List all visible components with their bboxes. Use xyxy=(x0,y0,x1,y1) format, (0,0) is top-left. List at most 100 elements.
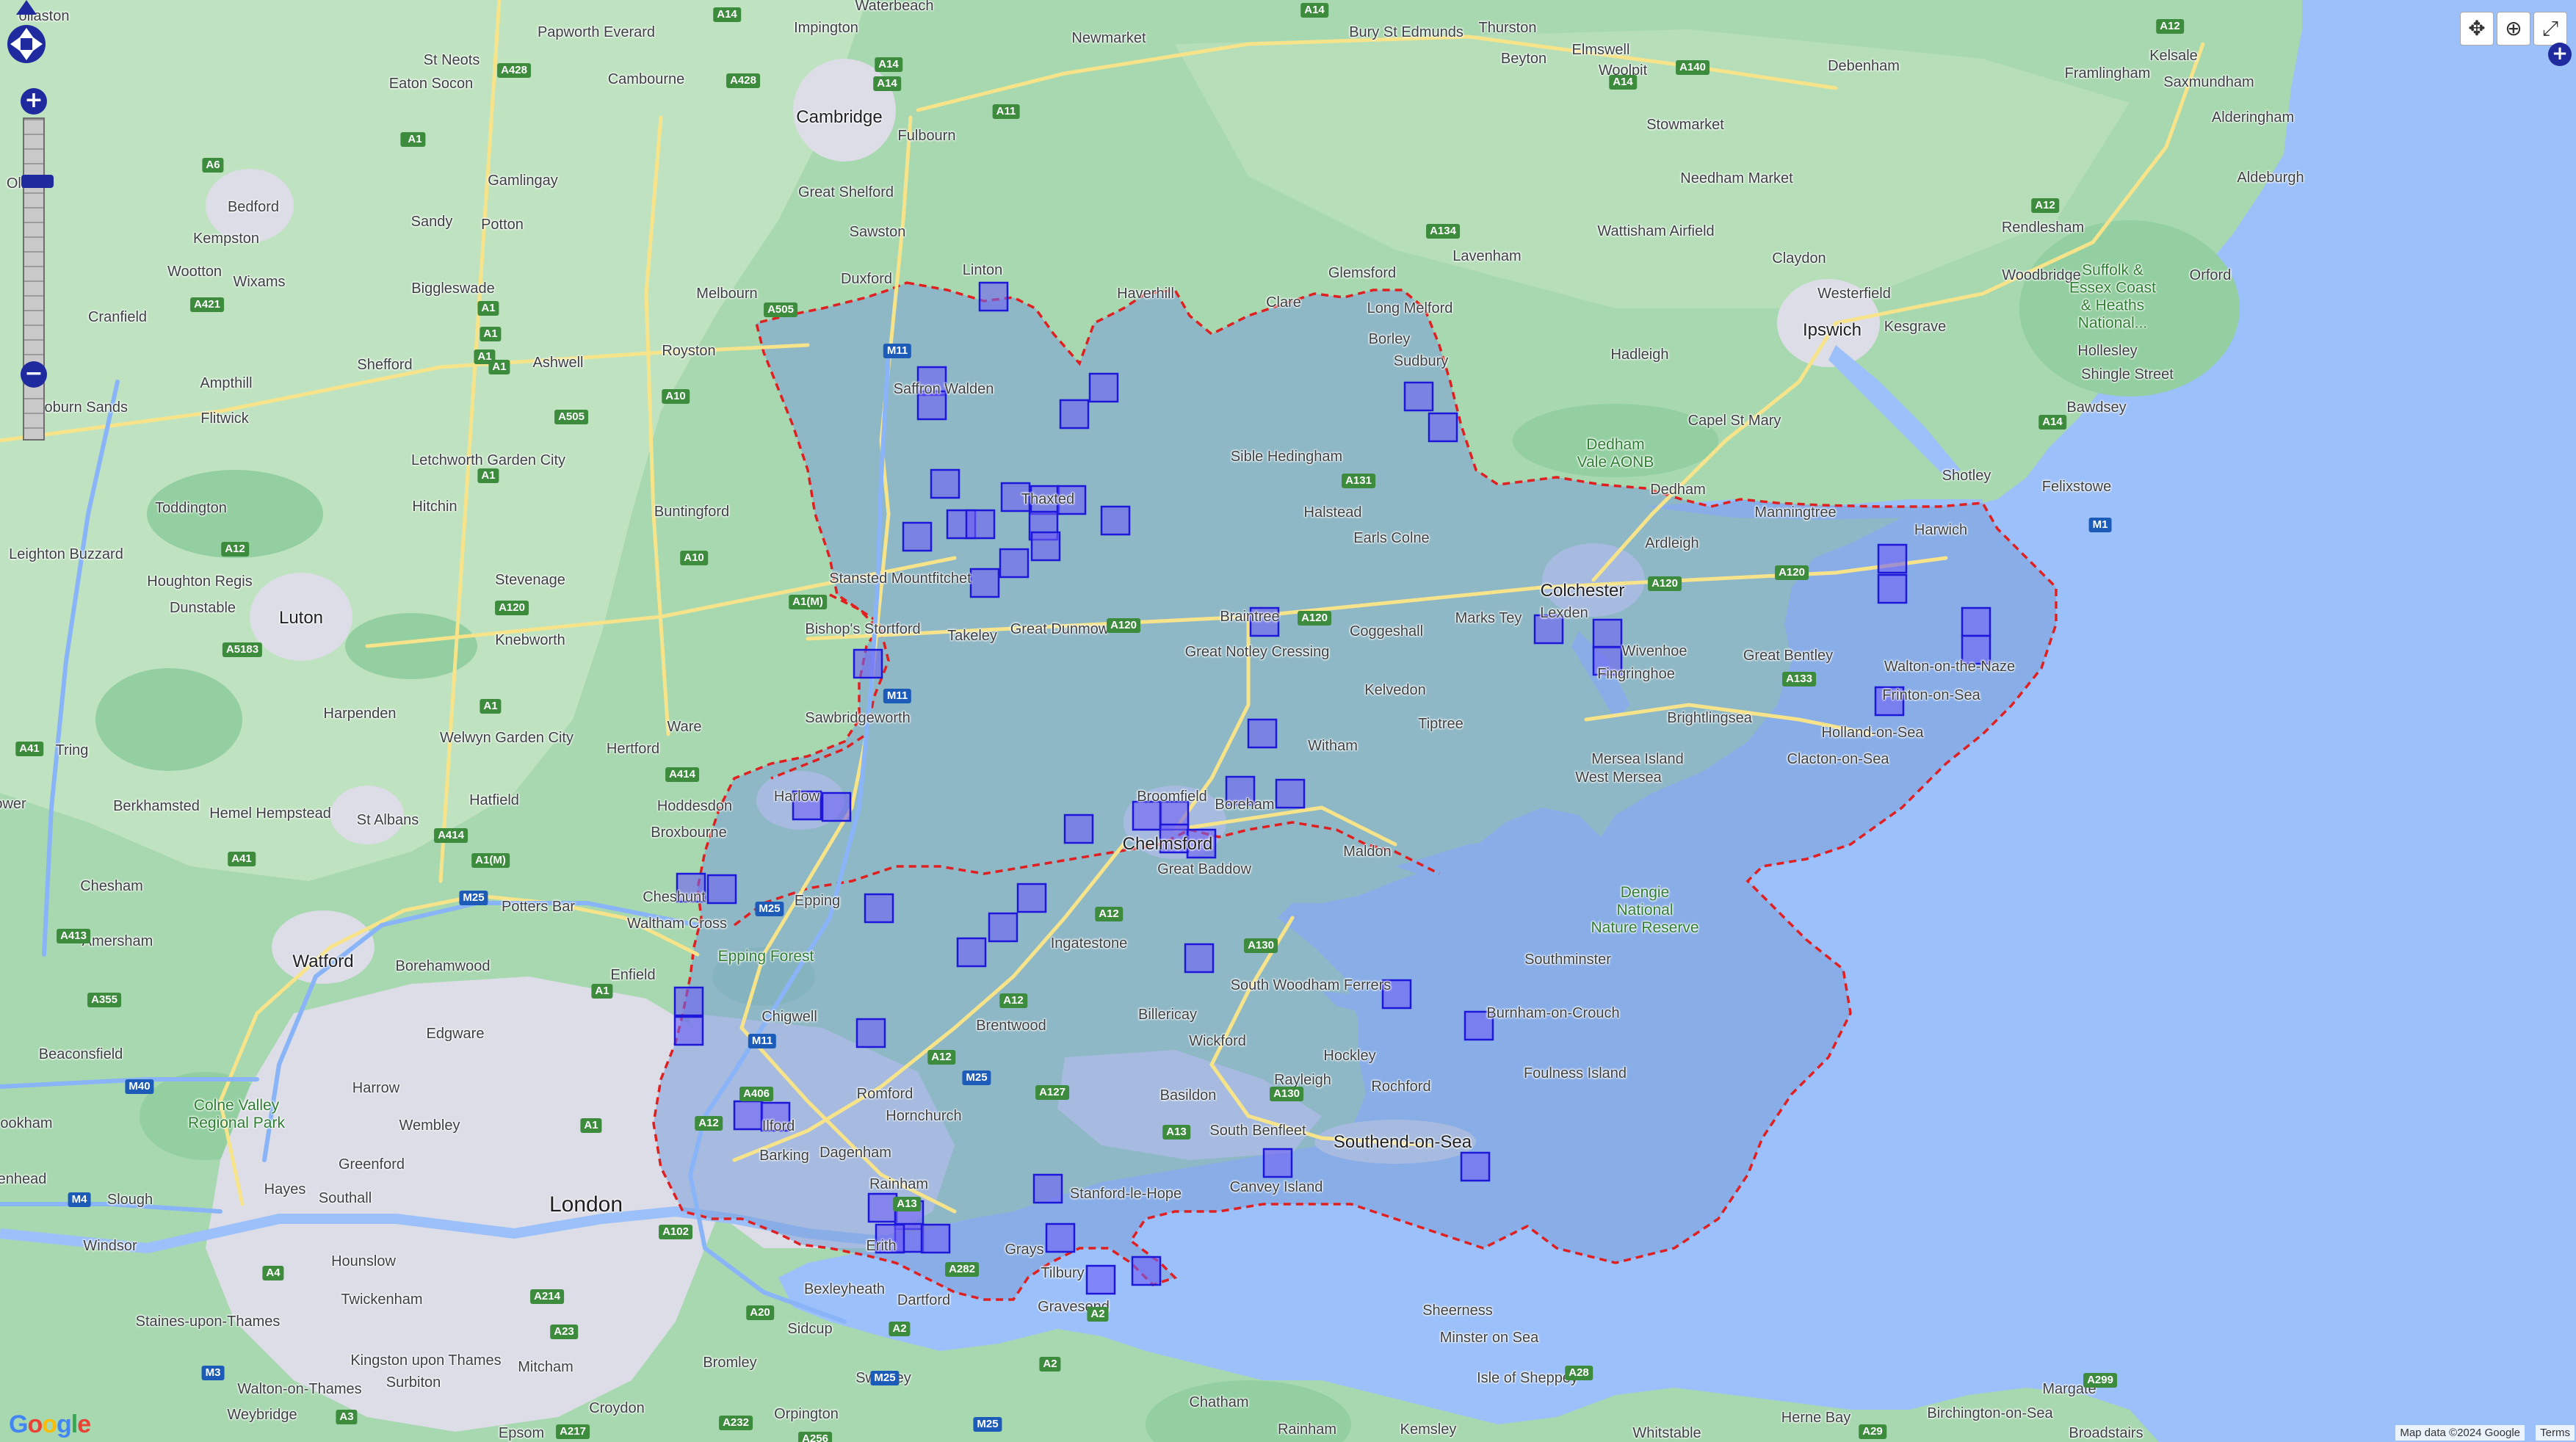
place-label-hemel-hempstead: Hemel Hempstead xyxy=(209,805,331,822)
place-label-epping-forest: Epping Forest xyxy=(717,947,814,965)
terms-link[interactable]: Terms xyxy=(2536,1425,2575,1441)
road-shield-a282: A282 xyxy=(945,1262,979,1277)
place-label-beaconsfield: Beaconsfield xyxy=(38,1046,123,1062)
road-shield-a10: A10 xyxy=(662,389,690,404)
grid-cell-38[interactable] xyxy=(673,1015,704,1046)
place-label-southend-on-sea: Southend-on-Sea xyxy=(1333,1132,1472,1152)
place-label-amersham: Amersham xyxy=(82,933,153,949)
place-label-mitcham: Mitcham xyxy=(518,1359,574,1375)
zoom-out-button[interactable]: − xyxy=(21,361,47,388)
map-viewport[interactable]: ollaston Waterbeach Impington Papworth Ever… xyxy=(0,0,2576,1442)
place-label-saxmundham: Saxmundham xyxy=(2163,74,2254,90)
grid-cell-35[interactable] xyxy=(1085,1264,1116,1295)
grid-cell-33[interactable] xyxy=(1045,1222,1076,1253)
grid-cell-52[interactable] xyxy=(1877,573,1908,604)
road-shield-a1m: A1(M) xyxy=(471,853,510,868)
place-label-ower: ower xyxy=(0,796,26,812)
pan-control[interactable] xyxy=(0,0,53,72)
grid-cell-4[interactable] xyxy=(1088,372,1119,403)
place-label-hornchurch: Hornchurch xyxy=(886,1108,962,1124)
grid-cell-47[interactable] xyxy=(1460,1151,1491,1182)
place-label-stevenage: Stevenage xyxy=(495,572,565,588)
google-logo[interactable]: Google xyxy=(9,1410,91,1439)
grid-cell-17[interactable] xyxy=(1275,778,1306,809)
pan-tool-button[interactable]: ✥ xyxy=(2460,12,2494,46)
place-label-hounslow: Hounslow xyxy=(331,1253,396,1269)
grid-cell-10[interactable] xyxy=(969,568,1000,598)
grid-cell-37[interactable] xyxy=(673,986,704,1017)
zoom-slider-thumb[interactable] xyxy=(21,175,54,188)
place-label-melbourn: Melbourn xyxy=(696,286,758,302)
road-shield-m11: M11 xyxy=(883,344,912,358)
full-extent-button[interactable]: ⤢ xyxy=(2533,12,2567,46)
grid-cell-13[interactable] xyxy=(1428,412,1458,443)
grid-cell-28[interactable] xyxy=(1016,883,1047,913)
road-shield-a130: A130 xyxy=(1244,938,1278,953)
grid-cell-32[interactable] xyxy=(1032,1173,1063,1204)
grid-cell-12[interactable] xyxy=(1403,381,1434,412)
road-shield-a2: A2 xyxy=(1087,1307,1109,1322)
place-label-borehamwood: Borehamwood xyxy=(395,958,491,974)
place-label-surbiton: Surbiton xyxy=(386,1374,441,1391)
grid-cell-18[interactable] xyxy=(1132,800,1162,831)
grid-cell-27[interactable] xyxy=(988,912,1019,943)
grid-cell-56[interactable] xyxy=(864,893,894,924)
road-shield-a120: A120 xyxy=(1775,565,1809,580)
road-shield-a214: A214 xyxy=(530,1289,564,1304)
grid-cell-1[interactable] xyxy=(978,281,1009,312)
place-label-chesham: Chesham xyxy=(80,878,143,894)
grid-cell-11[interactable] xyxy=(853,648,883,679)
grid-cell-15[interactable] xyxy=(1247,718,1278,749)
road-shield-a12: A12 xyxy=(221,542,249,557)
place-label-hertford: Hertford xyxy=(606,741,660,757)
grid-cell-39[interactable] xyxy=(733,1100,764,1131)
expand-layer-button[interactable]: + xyxy=(2548,43,2572,66)
zoom-slider[interactable] xyxy=(21,117,54,441)
road-shield-a120: A120 xyxy=(1107,618,1140,633)
grid-cell-46[interactable] xyxy=(1262,1148,1293,1178)
road-shield-a140: A140 xyxy=(1676,60,1710,75)
road-shield-m25: M25 xyxy=(870,1371,900,1385)
zoom-in-button[interactable]: + xyxy=(21,88,47,115)
grid-cell-60[interactable] xyxy=(965,509,996,540)
place-label-buntingford: Buntingford xyxy=(654,504,730,520)
place-label-harrow: Harrow xyxy=(352,1080,400,1096)
grid-cell-53[interactable] xyxy=(1961,606,1991,637)
road-shield-m3: M3 xyxy=(201,1366,225,1380)
grid-cell-62[interactable] xyxy=(999,548,1030,579)
place-label-bishop-s-stortford: Bishop's Stortford xyxy=(805,621,921,637)
grid-cell-23[interactable] xyxy=(821,791,852,822)
grid-cell-26[interactable] xyxy=(956,937,987,968)
grid-cell-51[interactable] xyxy=(1877,543,1908,574)
grid-cell-5[interactable] xyxy=(1059,399,1090,430)
map-attribution: Map data ©2024 Google xyxy=(2395,1425,2525,1441)
place-label-basildon: Basildon xyxy=(1159,1087,1217,1104)
place-label-witham: Witham xyxy=(1308,738,1358,754)
place-label-clare: Clare xyxy=(1266,294,1301,311)
place-label-glemsford: Glemsford xyxy=(1328,265,1397,281)
grid-cell-25[interactable] xyxy=(706,874,737,905)
grid-cell-64[interactable] xyxy=(1100,505,1131,536)
road-shield-a1: A1 xyxy=(480,327,502,341)
grid-cell-63[interactable] xyxy=(902,521,933,552)
grid-cell-49[interactable] xyxy=(1592,618,1623,649)
grid-cell-29[interactable] xyxy=(1184,943,1215,974)
place-label-whitstable: Whitstable xyxy=(1632,1425,1701,1441)
place-label-houghton-regis: Houghton Regis xyxy=(147,573,253,590)
pan-up-arrow-icon xyxy=(16,0,37,15)
grid-cell-59[interactable] xyxy=(930,468,960,499)
place-label-twickenham: Twickenham xyxy=(341,1291,423,1308)
place-label-great-baddow: Great Baddow xyxy=(1157,861,1251,877)
grid-cell-61[interactable] xyxy=(1030,531,1061,562)
road-shield-a133: A133 xyxy=(1782,672,1816,686)
place-label-epsom: Epsom xyxy=(498,1425,545,1441)
zoom-box-tool-button[interactable]: ⊕ xyxy=(2497,12,2530,46)
grid-cell-34[interactable] xyxy=(1131,1256,1162,1286)
place-label-enhead: enhead xyxy=(0,1171,47,1187)
grid-cell-57[interactable] xyxy=(1063,814,1094,844)
place-label-wembley: Wembley xyxy=(399,1117,460,1134)
place-label-bawdsey: Bawdsey xyxy=(2066,399,2127,416)
place-label-rainham-kent: Rainham xyxy=(1277,1421,1337,1438)
grid-cell-44[interactable] xyxy=(920,1223,951,1254)
grid-cell-36[interactable] xyxy=(855,1018,886,1048)
